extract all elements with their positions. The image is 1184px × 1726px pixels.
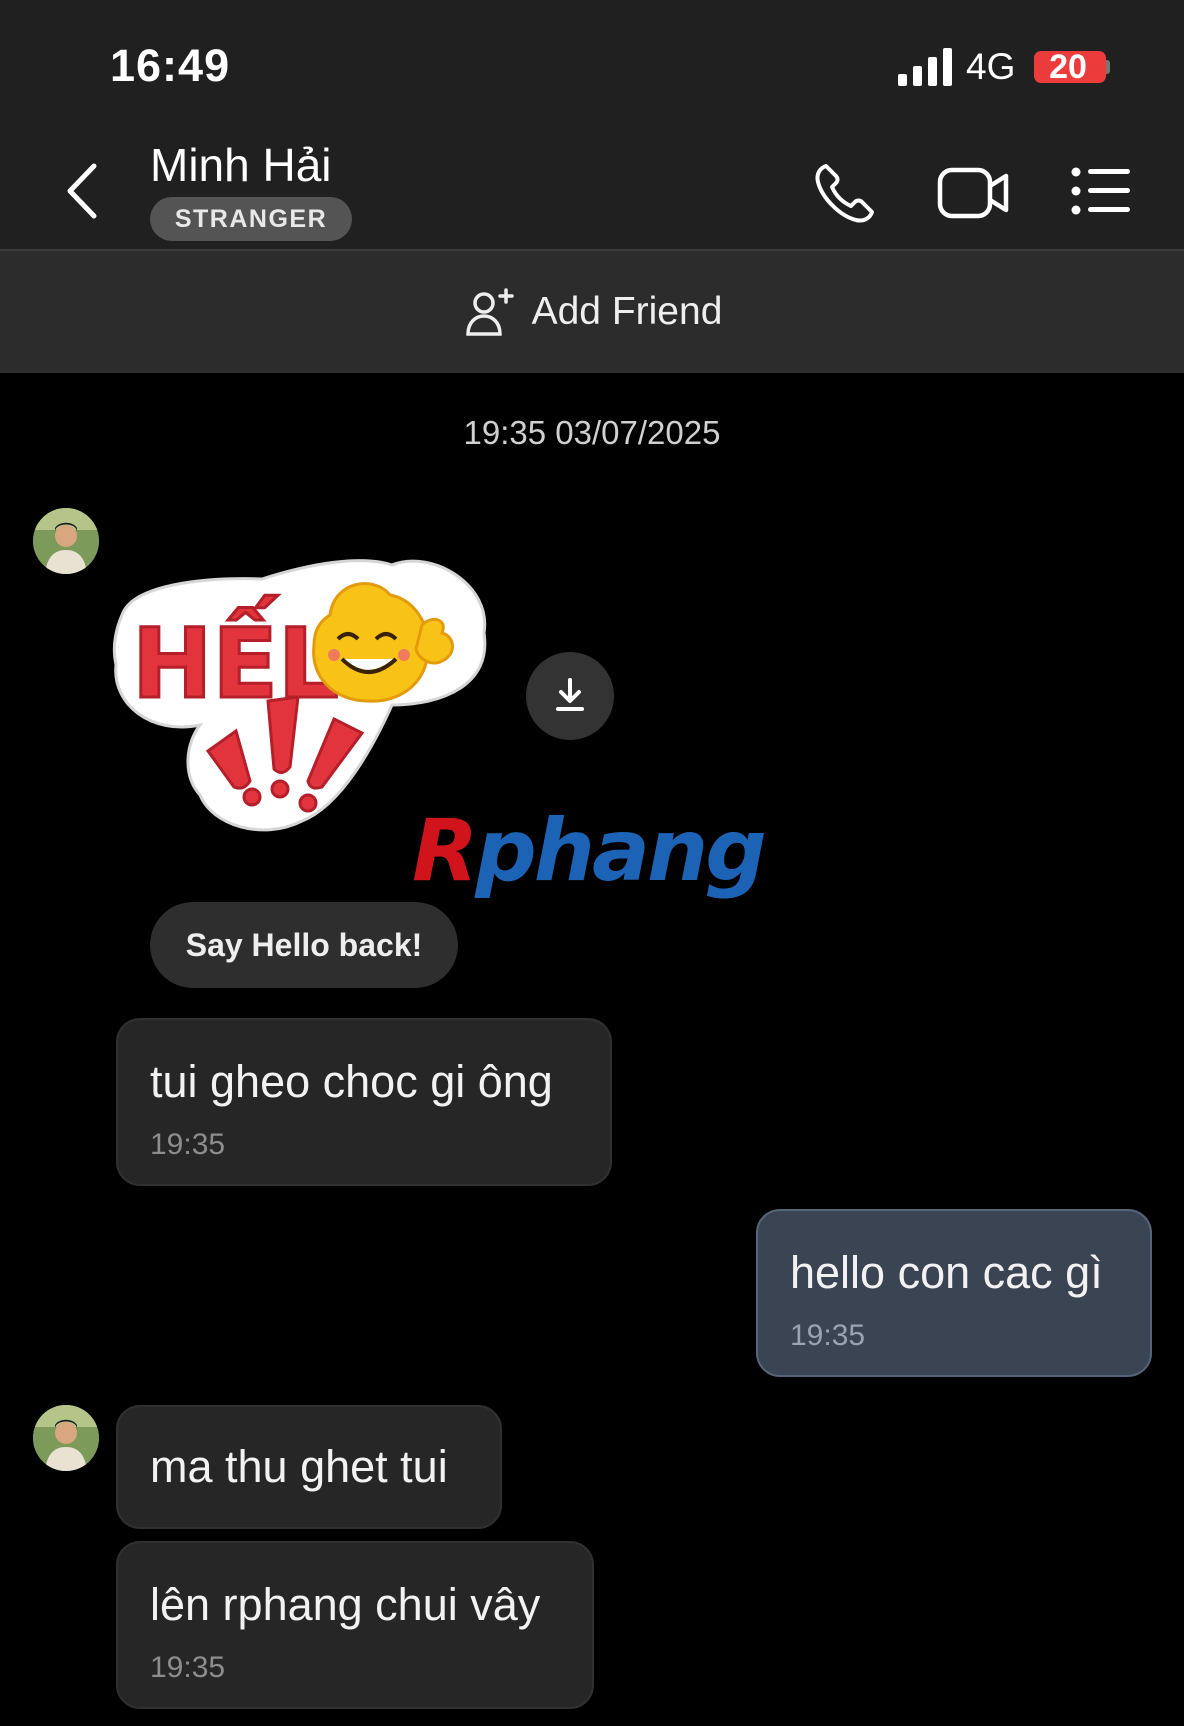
chat-menu-button[interactable]: [1070, 164, 1132, 218]
add-friend-button[interactable]: Add Friend: [0, 251, 1184, 373]
phone-icon: [815, 164, 874, 223]
avatar-image: [33, 1405, 99, 1471]
message-bubble-received[interactable]: tui gheo choc gi ông 19:35: [116, 1018, 612, 1186]
hello-sticker[interactable]: HẾL: [112, 555, 502, 833]
message-bubble-received[interactable]: lên rphang chui vây 19:35: [116, 1541, 594, 1709]
avatar[interactable]: [33, 508, 99, 574]
contact-name: Minh Hải: [150, 139, 332, 191]
battery-nub: [1106, 60, 1110, 74]
sticker-text-hello: HẾL: [132, 595, 339, 720]
message-text: tui gheo choc gi ông: [150, 1056, 553, 1107]
watermark-rest: phang: [475, 801, 767, 901]
message-text: lên rphang chui vây: [150, 1579, 541, 1630]
cellular-signal-icon: [898, 48, 952, 86]
video-call-button[interactable]: [936, 162, 1010, 224]
watermark-letter-r: R: [412, 801, 478, 901]
list-menu-icon: [1071, 167, 1130, 215]
download-sticker-button[interactable]: [526, 652, 614, 740]
say-hello-back-button[interactable]: Say Hello back!: [150, 902, 458, 988]
battery-level: 20: [1049, 48, 1087, 86]
avatar[interactable]: [33, 1405, 99, 1471]
back-button[interactable]: [58, 160, 108, 222]
chevron-left-icon: [67, 163, 97, 219]
avatar-image: [33, 508, 99, 574]
add-user-icon: [465, 288, 514, 336]
call-button[interactable]: [812, 160, 878, 226]
message-time: 19:35: [790, 1319, 866, 1352]
message-time: 19:35: [150, 1651, 226, 1684]
message-bubble-received[interactable]: ma thu ghet tui: [116, 1405, 502, 1529]
chat-date-stamp: 19:35 03/07/2025: [463, 414, 721, 451]
rphang-watermark: Rphang: [412, 808, 767, 894]
message-bubble-sent[interactable]: hello con cac gì 19:35: [756, 1209, 1152, 1377]
status-time: 16:49: [110, 40, 231, 91]
network-type: 4G: [966, 46, 1016, 87]
message-text: hello con cac gì: [790, 1247, 1103, 1298]
add-friend-label: Add Friend: [531, 290, 723, 333]
download-icon: [556, 678, 584, 711]
stranger-badge: STRANGER: [150, 197, 352, 241]
message-time: 19:35: [150, 1128, 226, 1161]
message-text: ma thu ghet tui: [150, 1441, 448, 1492]
video-camera-icon: [937, 167, 1009, 219]
